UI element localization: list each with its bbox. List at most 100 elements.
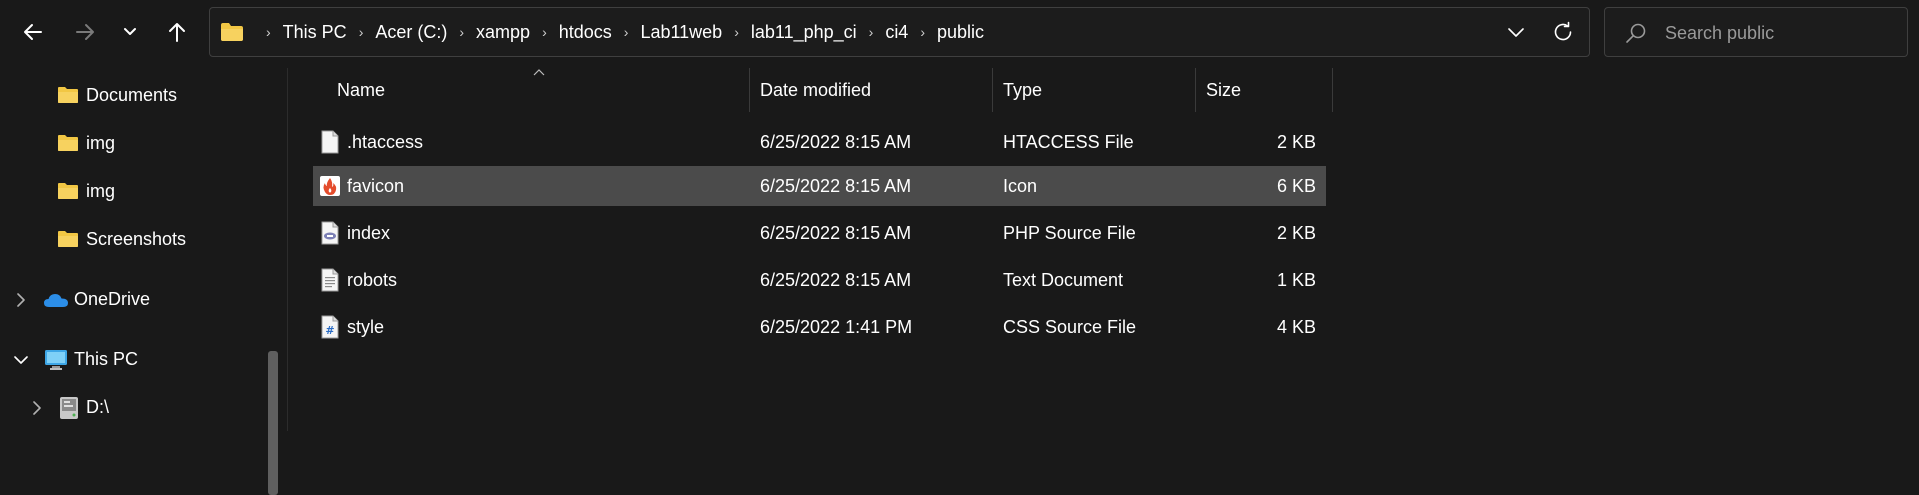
search-box[interactable] xyxy=(1604,7,1908,57)
nav-item-img[interactable]: img xyxy=(0,124,266,164)
nav-item-label: img xyxy=(86,181,116,201)
column-header-size-label: Size xyxy=(1206,79,1242,100)
recent-locations-button[interactable] xyxy=(110,12,150,52)
chevron-down-icon xyxy=(124,28,136,35)
file-icon xyxy=(321,130,339,154)
file-type: Text Document xyxy=(1003,269,1124,290)
file-size: 4 KB xyxy=(1276,316,1316,337)
breadcrumb-separator[interactable]: › xyxy=(459,24,464,40)
file-date: 6/25/2022 1:41 PM xyxy=(760,316,913,337)
breadcrumb-this-pc[interactable]: This PC xyxy=(283,22,347,43)
column-separator[interactable] xyxy=(1332,68,1333,112)
column-header-name[interactable]: Name xyxy=(313,68,749,112)
drive-icon xyxy=(59,396,79,420)
column-header-date[interactable]: Date modified xyxy=(750,68,992,112)
file-name: favicon xyxy=(347,175,405,196)
chevron-down-icon xyxy=(1508,28,1524,37)
folder-icon xyxy=(57,86,79,104)
column-header: Name Date modified Type Size xyxy=(313,68,1333,112)
breadcrumb-separator[interactable]: › xyxy=(624,24,629,40)
nav-item-img-2[interactable]: img xyxy=(0,172,266,212)
nav-item-this-pc[interactable]: This PC xyxy=(0,340,266,380)
chevron-right-icon[interactable] xyxy=(28,399,46,417)
breadcrumb-public[interactable]: public xyxy=(937,22,984,43)
address-bar[interactable]: › This PC › Acer (C:) › xampp › htdocs ›… xyxy=(209,7,1590,57)
file-row-style[interactable]: # style 6/25/2022 1:41 PM CSS Source Fil… xyxy=(313,307,1326,347)
nav-item-onedrive[interactable]: OneDrive xyxy=(0,280,266,320)
breadcrumb-lab11-php-ci[interactable]: lab11_php_ci xyxy=(751,22,857,43)
nav-item-label: Screenshots xyxy=(86,229,187,249)
breadcrumb-xampp[interactable]: xampp xyxy=(476,22,530,43)
search-icon xyxy=(1625,22,1647,49)
breadcrumb-lab11web[interactable]: Lab11web xyxy=(640,22,722,43)
breadcrumb-htdocs[interactable]: htdocs xyxy=(559,22,612,43)
folder-icon xyxy=(57,134,79,152)
php-file-icon xyxy=(321,221,339,245)
file-name: robots xyxy=(347,269,398,290)
breadcrumb-separator[interactable]: › xyxy=(359,24,364,40)
breadcrumb-separator[interactable]: › xyxy=(542,24,547,40)
file-row-htaccess[interactable]: .htaccess 6/25/2022 8:15 AM HTACCESS Fil… xyxy=(313,122,1326,162)
breadcrumb-separator[interactable]: › xyxy=(920,24,925,40)
text-file-icon xyxy=(321,268,339,292)
navigation-scrollbar[interactable] xyxy=(268,351,278,495)
codeigniter-flame-icon xyxy=(320,176,340,196)
nav-item-d-drive[interactable]: D:\ xyxy=(0,388,266,428)
file-type: CSS Source File xyxy=(1003,316,1137,337)
arrow-up-icon xyxy=(169,23,185,42)
folder-icon xyxy=(57,182,79,200)
column-header-type[interactable]: Type xyxy=(993,68,1195,112)
file-name: index xyxy=(347,222,391,243)
file-name: .htaccess xyxy=(347,131,424,152)
pane-divider[interactable] xyxy=(287,68,288,431)
breadcrumb-separator: › xyxy=(266,24,271,40)
chevron-right-icon[interactable] xyxy=(12,291,30,309)
toolbar: › This PC › Acer (C:) › xampp › htdocs ›… xyxy=(0,0,1919,64)
nav-item-label: img xyxy=(86,133,116,153)
refresh-icon xyxy=(1554,21,1572,41)
file-name: style xyxy=(347,316,385,337)
file-date: 6/25/2022 8:15 AM xyxy=(760,269,912,290)
cloud-icon xyxy=(43,292,69,308)
column-header-name-label: Name xyxy=(337,79,386,100)
nav-item-label: OneDrive xyxy=(74,289,151,309)
file-size: 2 KB xyxy=(1276,131,1316,152)
nav-item-label: D:\ xyxy=(86,397,110,417)
monitor-icon xyxy=(44,349,68,371)
file-row-robots[interactable]: robots 6/25/2022 8:15 AM Text Document 1… xyxy=(313,260,1326,300)
file-type: PHP Source File xyxy=(1003,222,1136,243)
refresh-button[interactable] xyxy=(1550,19,1576,45)
file-type: Icon xyxy=(1003,175,1038,196)
navigation-pane: Documents img img Screenshots OneDrive T… xyxy=(0,64,280,495)
file-size: 6 KB xyxy=(1276,175,1316,196)
arrow-right-icon xyxy=(76,24,94,40)
file-size: 2 KB xyxy=(1276,222,1316,243)
file-row-favicon[interactable]: favicon 6/25/2022 8:15 AM Icon 6 KB xyxy=(313,166,1326,206)
forward-button[interactable] xyxy=(65,12,105,52)
file-date: 6/25/2022 8:15 AM xyxy=(760,222,912,243)
folder-icon xyxy=(220,22,244,47)
address-history-button[interactable] xyxy=(1503,20,1529,46)
file-size: 1 KB xyxy=(1276,269,1316,290)
search-input[interactable] xyxy=(1663,20,1897,46)
back-button[interactable] xyxy=(13,12,53,52)
chevron-down-icon[interactable] xyxy=(12,351,30,369)
column-header-size[interactable]: Size xyxy=(1196,68,1332,112)
nav-item-documents[interactable]: Documents xyxy=(0,76,266,116)
nav-item-screenshots[interactable]: Screenshots xyxy=(0,220,266,260)
nav-item-label: Documents xyxy=(86,85,178,105)
column-header-type-label: Type xyxy=(1003,79,1043,100)
breadcrumb-ci4[interactable]: ci4 xyxy=(885,22,908,43)
breadcrumb-separator[interactable]: › xyxy=(734,24,739,40)
file-row-index[interactable]: index 6/25/2022 8:15 AM PHP Source File … xyxy=(313,213,1326,253)
breadcrumb: › This PC › Acer (C:) › xampp › htdocs ›… xyxy=(254,8,984,56)
css-file-icon: # xyxy=(321,315,339,339)
nav-item-label: This PC xyxy=(74,349,139,369)
arrow-left-icon xyxy=(24,24,42,40)
folder-icon xyxy=(57,230,79,248)
breadcrumb-acer-c[interactable]: Acer (C:) xyxy=(375,22,447,43)
file-date: 6/25/2022 8:15 AM xyxy=(760,175,912,196)
breadcrumb-separator[interactable]: › xyxy=(869,24,874,40)
up-button[interactable] xyxy=(157,12,197,52)
svg-text:#: # xyxy=(325,324,334,337)
